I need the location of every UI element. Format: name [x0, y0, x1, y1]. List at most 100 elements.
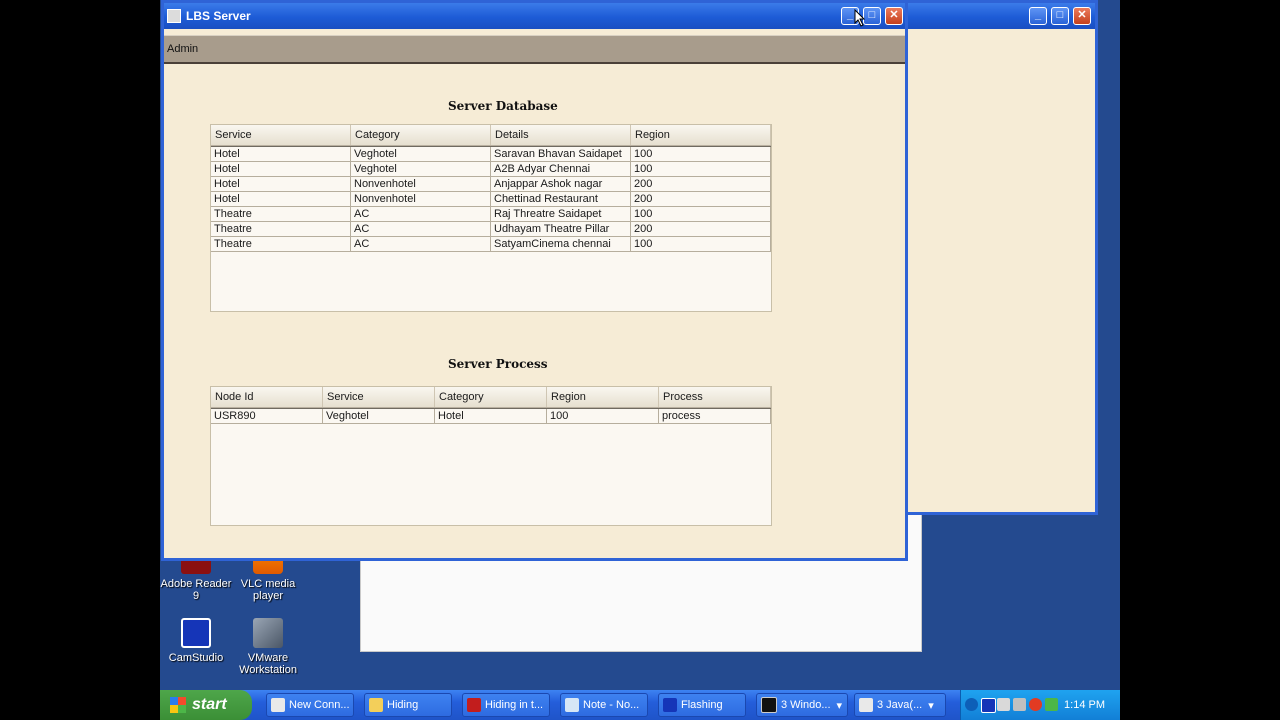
- cell-details[interactable]: Chettinad Restaurant: [491, 192, 631, 207]
- column-header-category[interactable]: Category: [351, 125, 491, 145]
- server-database-table: Service Category Details Region Hotel Veg…: [210, 124, 772, 312]
- task-label: Flashing: [681, 699, 723, 711]
- table-row[interactable]: Hotel Veghotel Saravan Bhavan Saidapet 100: [211, 147, 771, 162]
- taskbar: start New Conn... Hiding Hiding in t... …: [160, 690, 1120, 720]
- table-row[interactable]: Theatre AC Raj Threatre Saidapet 100: [211, 207, 771, 222]
- cell-details[interactable]: A2B Adyar Chennai: [491, 162, 631, 177]
- cell-region[interactable]: 100: [631, 147, 771, 162]
- vmware-icon: [253, 618, 283, 648]
- cell-details[interactable]: Anjappar Ashok nagar: [491, 177, 631, 192]
- cell-service[interactable]: Theatre: [211, 222, 351, 237]
- task-label: New Conn...: [289, 699, 350, 711]
- cell-region[interactable]: 100: [547, 409, 659, 424]
- taskbar-button-windows-group[interactable]: 3 Windo... ▾: [756, 693, 848, 717]
- table-row[interactable]: Hotel Veghotel A2B Adyar Chennai 100: [211, 162, 771, 177]
- table-row[interactable]: Hotel Nonvenhotel Chettinad Restaurant 200: [211, 192, 771, 207]
- cell-details[interactable]: SatyamCinema chennai: [491, 237, 631, 252]
- cell-service[interactable]: Veghotel: [323, 409, 435, 424]
- cell-service[interactable]: Theatre: [211, 207, 351, 222]
- window-title: LBS Server: [186, 9, 251, 23]
- cell-category[interactable]: Hotel: [435, 409, 547, 424]
- server-database-title: Server Database: [448, 99, 558, 113]
- lbs-server-window: LBS Server _ □ ✕ Admin Server Database S…: [161, 0, 908, 561]
- table-row[interactable]: Theatre AC SatyamCinema chennai 100: [211, 237, 771, 252]
- system-tray: 1:14 PM: [960, 690, 1120, 720]
- start-button[interactable]: start: [160, 690, 252, 720]
- camstudio-icon: [181, 618, 211, 648]
- taskbar-button-hiding[interactable]: Hiding: [364, 693, 452, 717]
- table-row[interactable]: Hotel Nonvenhotel Anjappar Ashok nagar 200: [211, 177, 771, 192]
- cell-details[interactable]: Raj Threatre Saidapet: [491, 207, 631, 222]
- cell-service[interactable]: Hotel: [211, 177, 351, 192]
- task-label: Hiding in t...: [485, 699, 544, 711]
- cell-category[interactable]: Nonvenhotel: [351, 192, 491, 207]
- network-icon[interactable]: [997, 698, 1010, 711]
- cell-region[interactable]: 200: [631, 192, 771, 207]
- security-alert-icon[interactable]: [1029, 698, 1042, 711]
- cell-service[interactable]: Hotel: [211, 147, 351, 162]
- cell-process[interactable]: process: [659, 409, 771, 424]
- table-row[interactable]: Theatre AC Udhayam Theatre Pillar 200: [211, 222, 771, 237]
- cell-category[interactable]: AC: [351, 222, 491, 237]
- notepad-icon: [565, 698, 579, 712]
- column-header-category[interactable]: Category: [435, 387, 547, 407]
- column-header-process[interactable]: Process: [659, 387, 771, 407]
- taskbar-button-new-connection[interactable]: New Conn...: [266, 693, 354, 717]
- cell-details[interactable]: Saravan Bhavan Saidapet: [491, 147, 631, 162]
- pdf-icon: [467, 698, 481, 712]
- desktop-icon-label: VMware Workstation: [239, 652, 297, 676]
- cell-service[interactable]: Hotel: [211, 192, 351, 207]
- table-row[interactable]: USR890 Veghotel Hotel 100 process: [211, 409, 771, 424]
- table-header: Node Id Service Category Region Process: [211, 387, 771, 408]
- desktop-icon-camstudio[interactable]: CamStudio: [160, 618, 234, 664]
- console-icon: [761, 697, 777, 713]
- close-button[interactable]: ✕: [885, 7, 903, 25]
- close-button[interactable]: ✕: [1073, 7, 1091, 25]
- cell-category[interactable]: Veghotel: [351, 147, 491, 162]
- taskbar-button-hiding-in[interactable]: Hiding in t...: [462, 693, 550, 717]
- mouse-cursor-icon: [854, 9, 866, 27]
- cell-category[interactable]: Nonvenhotel: [351, 177, 491, 192]
- window-titlebar[interactable]: LBS Server: [164, 3, 905, 29]
- cell-details[interactable]: Udhayam Theatre Pillar: [491, 222, 631, 237]
- maximize-button[interactable]: □: [1051, 7, 1069, 25]
- cell-category[interactable]: AC: [351, 207, 491, 222]
- taskbar-button-java-group[interactable]: 3 Java(... ▾: [854, 693, 946, 717]
- column-header-service[interactable]: Service: [323, 387, 435, 407]
- taskbar-button-notepad[interactable]: Note - No...: [560, 693, 648, 717]
- tray-app-icon[interactable]: [981, 698, 996, 713]
- windows-logo-icon: [170, 697, 186, 713]
- cell-node-id[interactable]: USR890: [211, 409, 323, 424]
- tray-status-icon[interactable]: [1045, 698, 1058, 711]
- column-header-details[interactable]: Details: [491, 125, 631, 145]
- camstudio-icon: [663, 698, 677, 712]
- column-header-region[interactable]: Region: [631, 125, 771, 145]
- cell-category[interactable]: Veghotel: [351, 162, 491, 177]
- desktop-icon-vmware[interactable]: VMware Workstation: [230, 618, 306, 676]
- cell-region[interactable]: 100: [631, 237, 771, 252]
- background-window[interactable]: _ □ ✕: [900, 0, 1098, 515]
- tray-expand-icon[interactable]: [965, 698, 978, 711]
- server-database-rows: Hotel Veghotel Saravan Bhavan Saidapet 100 …: [211, 146, 771, 252]
- cell-category[interactable]: AC: [351, 237, 491, 252]
- task-label: 3 Windo...: [781, 699, 831, 711]
- java-icon: [859, 698, 873, 712]
- cell-region[interactable]: 200: [631, 177, 771, 192]
- cell-region[interactable]: 100: [631, 207, 771, 222]
- clock: 1:14 PM: [1064, 699, 1105, 711]
- server-process-table: Node Id Service Category Region Process …: [210, 386, 772, 526]
- desktop-icon-label: VLC media player: [240, 578, 296, 602]
- java-icon: [167, 9, 181, 23]
- cell-region[interactable]: 200: [631, 222, 771, 237]
- menu-admin[interactable]: Admin: [167, 43, 198, 55]
- cell-service[interactable]: Hotel: [211, 162, 351, 177]
- cell-service[interactable]: Theatre: [211, 237, 351, 252]
- speaker-icon[interactable]: [1013, 698, 1026, 711]
- cell-region[interactable]: 100: [631, 162, 771, 177]
- minimize-button[interactable]: _: [1029, 7, 1047, 25]
- column-header-service[interactable]: Service: [211, 125, 351, 145]
- dropdown-arrow-icon: ▾: [836, 699, 843, 712]
- column-header-region[interactable]: Region: [547, 387, 659, 407]
- column-header-node-id[interactable]: Node Id: [211, 387, 323, 407]
- taskbar-button-flashing[interactable]: Flashing: [658, 693, 746, 717]
